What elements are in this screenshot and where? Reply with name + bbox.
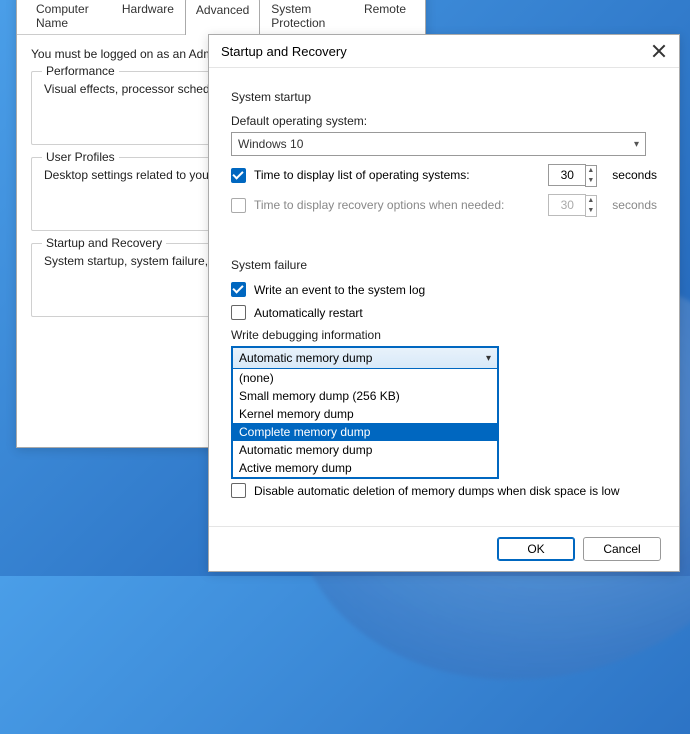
- time-list-spinner[interactable]: 30 ▲▼: [548, 164, 586, 186]
- debug-option-automatic[interactable]: Automatic memory dump: [233, 441, 497, 459]
- performance-title: Performance: [42, 64, 119, 78]
- dialog-title: Startup and Recovery: [221, 44, 347, 59]
- titlebar: Startup and Recovery: [209, 35, 679, 68]
- debug-info-selected[interactable]: Automatic memory dump ▾: [233, 348, 497, 369]
- debug-option-small[interactable]: Small memory dump (256 KB): [233, 387, 497, 405]
- tab-system-protection[interactable]: System Protection: [260, 0, 353, 34]
- chevron-down-icon: ▾: [486, 353, 491, 364]
- debug-option-active[interactable]: Active memory dump: [233, 459, 497, 477]
- default-os-label: Default operating system:: [231, 114, 657, 128]
- time-recovery-checkbox[interactable]: [231, 198, 246, 213]
- chevron-down-icon: ▾: [634, 139, 639, 150]
- spin-down-icon: ▼: [585, 176, 596, 186]
- close-icon[interactable]: [651, 43, 667, 59]
- write-event-label: Write an event to the system log: [254, 283, 657, 297]
- system-startup-heading: System startup: [231, 90, 657, 104]
- time-recovery-label: Time to display recovery options when ne…: [254, 198, 540, 212]
- cancel-button[interactable]: Cancel: [583, 537, 661, 561]
- default-os-select[interactable]: Windows 10 ▾: [231, 132, 646, 156]
- write-event-row: Write an event to the system log: [231, 282, 657, 297]
- ok-button[interactable]: OK: [497, 537, 575, 561]
- time-list-row: Time to display list of operating system…: [231, 164, 657, 186]
- user-profiles-title: User Profiles: [42, 150, 119, 164]
- time-recovery-row: Time to display recovery options when ne…: [231, 194, 657, 216]
- startup-title: Startup and Recovery: [42, 236, 166, 250]
- time-list-unit: seconds: [612, 168, 657, 182]
- tab-computer-name[interactable]: Computer Name: [25, 0, 111, 34]
- default-os-value: Windows 10: [238, 137, 303, 151]
- dialog-footer: OK Cancel: [209, 526, 679, 571]
- disable-auto-delete-row: Disable automatic deletion of memory dum…: [231, 483, 657, 498]
- spin-up-icon: ▲: [585, 166, 596, 176]
- write-event-checkbox[interactable]: [231, 282, 246, 297]
- debug-option-complete[interactable]: Complete memory dump: [233, 423, 497, 441]
- auto-restart-checkbox[interactable]: [231, 305, 246, 320]
- time-list-checkbox[interactable]: [231, 168, 246, 183]
- debug-option-kernel[interactable]: Kernel memory dump: [233, 405, 497, 423]
- disable-auto-delete-checkbox[interactable]: [231, 483, 246, 498]
- debug-option-none[interactable]: (none): [233, 369, 497, 387]
- time-recovery-unit: seconds: [612, 198, 657, 212]
- debug-info-combobox[interactable]: Automatic memory dump ▾ (none) Small mem…: [231, 346, 499, 479]
- auto-restart-row: Automatically restart: [231, 305, 657, 320]
- time-recovery-spinner: 30 ▲▼: [548, 194, 586, 216]
- tab-remote[interactable]: Remote: [353, 0, 417, 34]
- system-failure-heading: System failure: [231, 258, 657, 272]
- startup-recovery-dialog: Startup and Recovery System startup Defa…: [208, 34, 680, 572]
- tab-advanced[interactable]: Advanced: [185, 0, 260, 35]
- auto-restart-label: Automatically restart: [254, 306, 657, 320]
- disable-auto-delete-label: Disable automatic deletion of memory dum…: [254, 484, 657, 498]
- debug-info-label: Write debugging information: [231, 328, 657, 342]
- tab-strip: Computer Name Hardware Advanced System P…: [17, 0, 425, 35]
- time-list-label: Time to display list of operating system…: [254, 168, 540, 182]
- tab-hardware[interactable]: Hardware: [111, 0, 185, 34]
